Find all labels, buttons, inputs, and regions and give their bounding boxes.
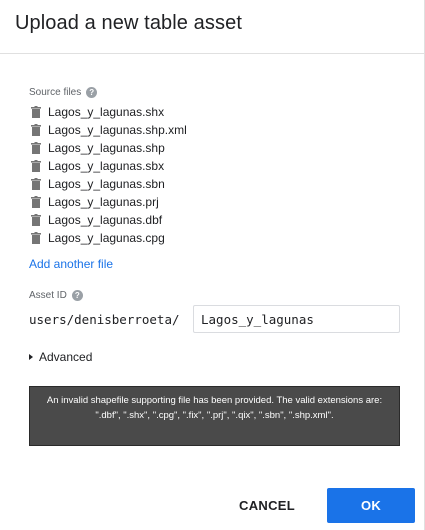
source-file-item: Lagos_y_lagunas.prj [31,193,187,211]
source-files-help-icon[interactable]: ? [86,87,98,98]
cancel-button[interactable]: CANCEL [230,488,304,523]
source-file-item: Lagos_y_lagunas.cpg [31,229,187,247]
trash-icon[interactable] [31,142,41,154]
source-file-name: Lagos_y_lagunas.sbx [48,159,165,173]
source-file-name: Lagos_y_lagunas.dbf [48,213,163,227]
source-file-name: Lagos_y_lagunas.prj [48,195,159,209]
asset-id-label-row: Asset ID ? [29,290,83,301]
source-file-name: Lagos_y_lagunas.shx [48,105,165,119]
source-file-item: Lagos_y_lagunas.sbx [31,157,187,175]
source-files-label: Source files [29,87,82,98]
source-file-name: Lagos_y_lagunas.sbn [48,177,165,191]
asset-id-label: Asset ID [29,290,67,301]
advanced-label: Advanced [39,350,93,364]
trash-icon[interactable] [31,196,41,208]
trash-icon[interactable] [31,232,41,244]
caret-right-icon [29,354,33,360]
asset-id-input[interactable] [193,305,400,333]
dialog-title: Upload a new table asset [15,12,242,34]
error-message-text: An invalid shapefile supporting file has… [46,395,383,421]
add-another-file-link[interactable]: Add another file [29,257,113,271]
source-file-item: Lagos_y_lagunas.shp [31,139,187,157]
upload-table-dialog: Upload a new table asset Source files ? … [0,0,425,530]
source-file-name: Lagos_y_lagunas.shp.xml [48,123,187,137]
asset-id-help-icon[interactable]: ? [71,290,83,301]
trash-icon[interactable] [31,160,41,172]
source-file-name: Lagos_y_lagunas.shp [48,141,165,155]
advanced-toggle[interactable]: Advanced [29,350,92,364]
source-file-item: Lagos_y_lagunas.shx [31,103,187,121]
source-files-label-row: Source files ? [29,87,98,98]
source-file-list: Lagos_y_lagunas.shx Lagos_y_lagunas.shp.x… [31,103,187,247]
title-divider [0,53,425,54]
trash-icon[interactable] [31,214,41,226]
source-file-item: Lagos_y_lagunas.dbf [31,211,187,229]
trash-icon[interactable] [31,178,41,190]
error-message-box: An invalid shapefile supporting file has… [29,386,400,446]
source-file-item: Lagos_y_lagunas.sbn [31,175,187,193]
source-file-name: Lagos_y_lagunas.cpg [48,231,165,245]
asset-path-prefix: users/denisberroeta/ [29,312,180,327]
source-file-item: Lagos_y_lagunas.shp.xml [31,121,187,139]
trash-icon[interactable] [31,106,41,118]
trash-icon[interactable] [31,124,41,136]
ok-button[interactable]: OK [327,488,415,523]
